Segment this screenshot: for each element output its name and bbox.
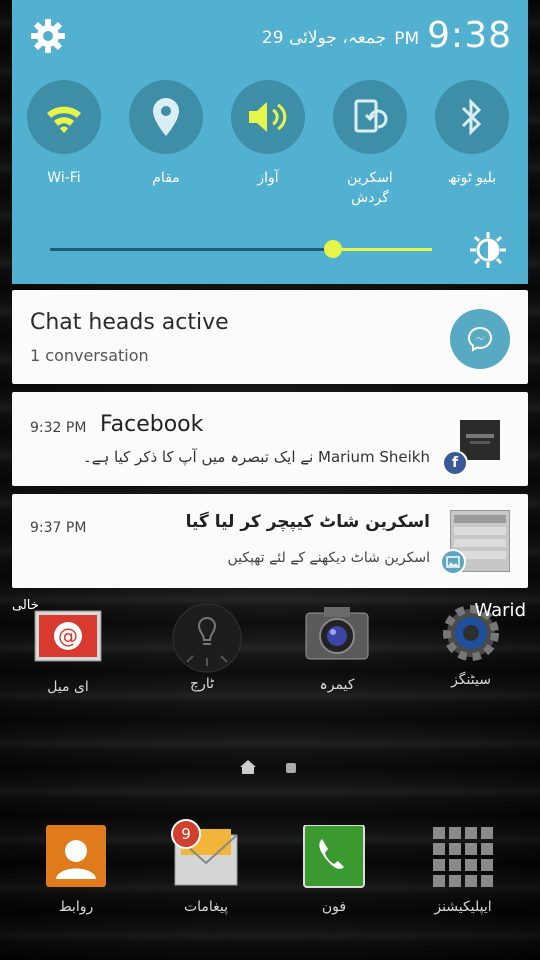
app-camera-label: کیمرہ <box>319 677 355 693</box>
facebook-title: Facebook <box>100 412 204 437</box>
clock-time: 9:38 <box>427 15 512 56</box>
dock-phone-label: فون <box>321 899 347 915</box>
email-icon: @ <box>33 605 103 675</box>
sim2-carrier: Warid <box>474 600 526 621</box>
svg-text:@: @ <box>58 624 78 648</box>
messages-icon: 9 <box>171 819 241 895</box>
dock-apps[interactable]: ایپلیکیشنز <box>403 825 523 915</box>
dock-apps-label: ایپلیکیشنز <box>434 899 492 915</box>
phone-icon <box>299 824 369 895</box>
facebook-time: 9:32 PM <box>30 420 87 436</box>
chat-heads-subtitle: 1 conversation <box>30 346 149 365</box>
toggle-location[interactable] <box>129 80 203 154</box>
toggle-bluetooth[interactable] <box>435 80 509 154</box>
dock-messages[interactable]: 9 پیغامات <box>146 819 266 915</box>
home-page-icon <box>240 760 256 774</box>
toggle-screen-rotation[interactable] <box>333 80 407 154</box>
ampm-text: PM <box>394 29 420 49</box>
page-dot <box>286 763 296 773</box>
apps-grid-icon <box>428 825 498 895</box>
toggle-sound[interactable] <box>231 80 305 154</box>
notification-facebook[interactable]: 9:32 PM Facebook Marium Sheikh نے ایک تب… <box>12 392 528 486</box>
brightness-fill <box>332 248 432 251</box>
messages-badge: 9 <box>171 819 201 849</box>
dock-phone[interactable]: فون <box>274 824 394 915</box>
quick-settings-panel: جمعہ، جولائی 29 PM 9:38 Wi-Fi مقام آواز … <box>12 0 528 284</box>
notification-screenshot[interactable]: 9:37 PM اسکرین شاٹ کیپچر کر لیا گیا اسکر… <box>12 494 528 588</box>
screenshot-text: اسکرین شاٹ دیکھنے کے لئے تھپکیں <box>227 550 430 566</box>
volume-icon <box>249 102 287 132</box>
facebook-thumbnail <box>460 420 500 460</box>
messenger-icon[interactable] <box>450 309 510 369</box>
chat-heads-title: Chat heads active <box>30 310 229 335</box>
screenshot-time: 9:37 PM <box>30 520 87 536</box>
toggle-rotation-label: اسکرین گردش <box>347 170 393 206</box>
page-indicator <box>240 760 296 774</box>
camera-icon <box>302 603 372 673</box>
toggle-sound-label: آواز <box>257 170 279 186</box>
notification-chat-heads[interactable]: Chat heads active 1 conversation <box>12 290 528 384</box>
dock-contacts[interactable]: روابط <box>16 825 136 915</box>
app-torch[interactable]: ٹارچ <box>142 600 262 692</box>
app-email[interactable]: @ ای میل <box>8 605 128 695</box>
gallery-icon <box>440 549 466 575</box>
toggle-bluetooth-label: بلیو ٹوتھ <box>447 170 497 186</box>
dock-contacts-label: روابط <box>58 899 94 915</box>
dock-messages-label: پیغامات <box>183 899 229 915</box>
bluetooth-icon <box>461 98 482 136</box>
app-email-label: ای میل <box>47 679 89 695</box>
location-pin-icon <box>153 98 179 136</box>
auto-brightness-icon[interactable] <box>468 230 508 270</box>
torch-icon <box>167 600 242 673</box>
clock-date[interactable]: جمعہ، جولائی 29 PM 9:38 <box>262 14 512 58</box>
date-text: جمعہ، جولائی 29 <box>261 28 387 48</box>
sim1-carrier: خالی <box>12 598 39 613</box>
screen-rotation-icon <box>354 99 388 133</box>
screenshot-title: اسکرین شاٹ کیپچر کر لیا گیا <box>185 512 430 532</box>
toggle-wifi[interactable] <box>27 80 101 154</box>
contacts-icon <box>41 825 111 895</box>
app-camera[interactable]: کیمرہ <box>277 603 397 693</box>
toggle-wifi-label: Wi-Fi <box>47 170 81 186</box>
brightness-thumb[interactable] <box>323 240 342 258</box>
app-settings-label: سیٹنگز <box>451 672 491 688</box>
settings-gear-icon[interactable] <box>30 18 66 54</box>
toggle-location-label: مقام <box>152 170 180 186</box>
facebook-icon: f <box>442 450 468 476</box>
facebook-text: Marium Sheikh نے ایک تبصرہ میں آپ کا ذکر… <box>82 448 430 466</box>
wifi-icon <box>47 106 81 133</box>
